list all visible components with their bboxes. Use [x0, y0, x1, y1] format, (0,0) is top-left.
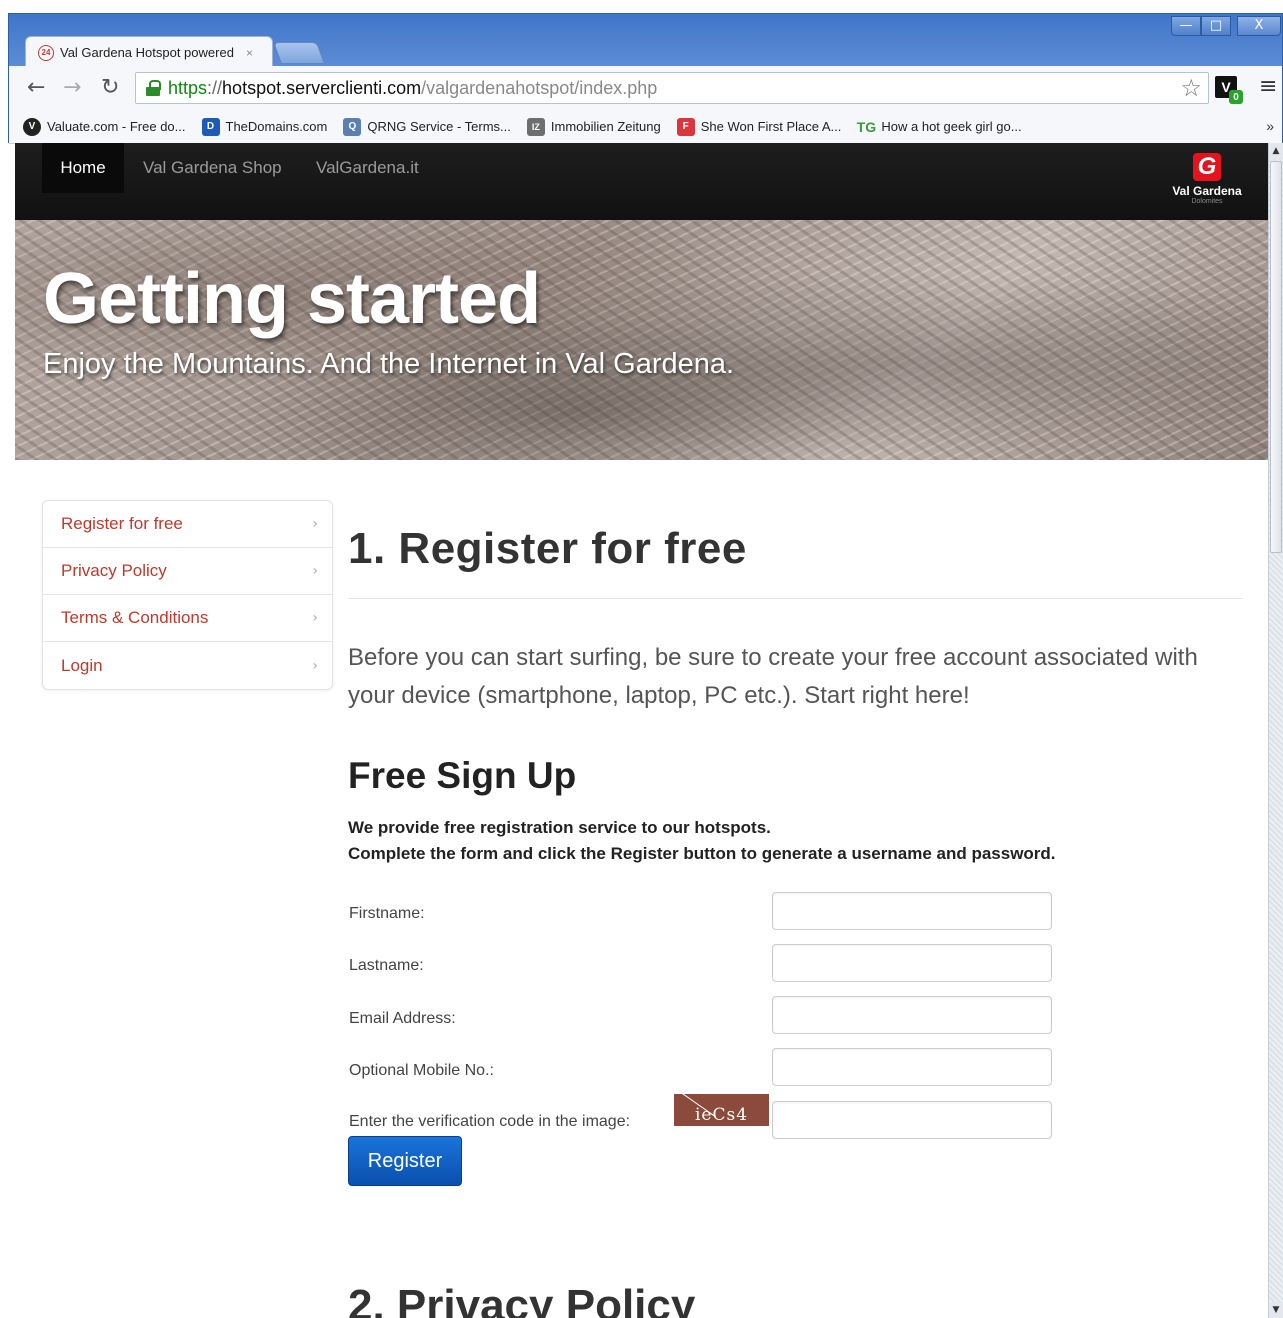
- bookmark-favicon-icon: V: [23, 117, 41, 136]
- extension-icon[interactable]: V 0: [1215, 76, 1243, 104]
- sidebar-item-privacy[interactable]: Privacy Policy ›: [43, 548, 332, 595]
- section-title: 1. Register for free: [348, 524, 747, 573]
- brand-name: Val Gardena: [1172, 184, 1242, 198]
- nav-valgardena-link[interactable]: ValGardena.it: [316, 143, 419, 193]
- bookmark-star-icon[interactable]: ☆: [1180, 74, 1202, 102]
- browser-tab-active[interactable]: 24 Val Gardena Hotspot powered ×: [25, 36, 273, 68]
- scroll-down-arrow-icon[interactable]: ▼: [1269, 1302, 1283, 1318]
- scroll-up-arrow-icon[interactable]: ▲: [1269, 143, 1283, 159]
- chevron-right-icon: ›: [312, 610, 318, 626]
- lastname-label: Lastname:: [349, 957, 424, 974]
- val-gardena-logo[interactable]: G Val Gardena Dolomites: [1165, 153, 1249, 209]
- browser-window: 24 Val Gardena Hotspot powered × — □ X ←…: [8, 13, 1283, 144]
- bookmark-item[interactable]: F She Won First Place A...: [676, 117, 842, 136]
- firstname-label: Firstname:: [349, 905, 425, 922]
- bookmark-item[interactable]: TG How a hot geek girl go...: [856, 118, 1022, 136]
- bookmark-label: How a hot geek girl go...: [881, 119, 1022, 134]
- tab-close-icon[interactable]: ×: [246, 46, 253, 60]
- reload-icon[interactable]: ↻: [101, 74, 119, 102]
- new-tab-button[interactable]: [272, 42, 326, 64]
- hero-banner: Getting started Enjoy the Mountains. And…: [15, 220, 1268, 460]
- forward-arrow-icon[interactable]: →: [63, 74, 81, 102]
- url-separator: ://: [207, 77, 223, 98]
- mobile-input[interactable]: [772, 1048, 1052, 1086]
- sidebar-item-label: Privacy Policy: [61, 561, 167, 580]
- window-close-button[interactable]: X: [1237, 16, 1281, 36]
- intro-text: Before you can start surfing, be sure to…: [348, 644, 1198, 709]
- url-host: hotspot.serverclienti.com: [222, 77, 422, 98]
- hero-title: Getting started: [43, 259, 541, 339]
- firstname-input[interactable]: [772, 892, 1052, 930]
- bookmark-label: She Won First Place A...: [700, 119, 842, 134]
- bookmark-label: QRNG Service - Terms...: [367, 119, 511, 134]
- bookmark-label: Immobilien Zeitung: [550, 119, 661, 134]
- page-viewport: Home Val Gardena Shop ValGardena.it G Va…: [15, 143, 1268, 1318]
- bookmark-label: TheDomains.com: [225, 119, 328, 134]
- tab-favicon-icon: 24: [38, 44, 54, 61]
- bookmark-item[interactable]: IZ Immobilien Zeitung: [526, 117, 661, 136]
- signup-title: Free Sign Up: [348, 755, 577, 796]
- privacy-policy-section-title: 2. Privacy Policy: [348, 1281, 696, 1318]
- url-path: /valgardenahotspot/index.php: [421, 77, 658, 98]
- window-minimize-button[interactable]: —: [1171, 16, 1201, 36]
- email-label: Email Address:: [349, 1010, 456, 1027]
- bookmark-item[interactable]: V Valuate.com - Free do...: [23, 117, 186, 136]
- nav-home-link[interactable]: Home: [42, 143, 124, 193]
- signup-description: We provide free registration service to …: [348, 818, 771, 837]
- tab-title: Val Gardena Hotspot powered: [60, 45, 234, 60]
- bookmark-favicon-icon: TG: [856, 118, 877, 135]
- title-divider: [348, 598, 1243, 599]
- window-maximize-button[interactable]: □: [1201, 16, 1231, 36]
- bookmark-favicon-icon: D: [201, 117, 220, 136]
- signup-instructions: Complete the form and click the Register…: [348, 844, 1056, 863]
- hero-subtitle: Enjoy the Mountains. And the Internet in…: [43, 348, 735, 380]
- bookmark-label: Valuate.com - Free do...: [47, 119, 186, 134]
- lock-icon: [146, 80, 161, 96]
- verification-label: Enter the verification code in the image…: [349, 1113, 631, 1130]
- scrollbar-thumb[interactable]: [1270, 161, 1282, 553]
- menu-icon[interactable]: ≡: [1259, 74, 1277, 99]
- url-scheme: https: [168, 77, 208, 98]
- chevron-right-icon: ›: [312, 563, 318, 579]
- bookmarks-overflow-icon[interactable]: »: [1266, 118, 1274, 134]
- sidebar-item-label: Terms & Conditions: [61, 608, 209, 627]
- back-arrow-icon[interactable]: ←: [27, 74, 45, 102]
- email-input[interactable]: [772, 996, 1052, 1034]
- nav-shop-link[interactable]: Val Gardena Shop: [143, 143, 282, 193]
- sidebar-item-terms[interactable]: Terms & Conditions ›: [43, 595, 332, 642]
- verification-code-input[interactable]: [772, 1101, 1052, 1139]
- signup-form: Firstname: Lastname: Email Address: Opti…: [348, 875, 1243, 1215]
- browser-toolbar: ← → ↻ https://hotspot.serverclienti.com /…: [9, 66, 1282, 110]
- address-bar[interactable]: https://hotspot.serverclienti.com/valgar…: [135, 72, 1209, 104]
- bookmark-item[interactable]: Q QRNG Service - Terms...: [343, 117, 511, 136]
- sidebar-item-label: Login: [61, 655, 103, 675]
- bookmark-favicon-icon: IZ: [526, 117, 545, 136]
- sidebar-nav: Register for free › Privacy Policy › Ter…: [42, 500, 333, 690]
- extension-badge: 0: [1229, 90, 1243, 104]
- captcha-image: ieCs4: [674, 1094, 769, 1126]
- main-content: 1. Register for free Before you can star…: [348, 500, 1243, 1215]
- lastname-input[interactable]: [772, 944, 1052, 982]
- bookmark-favicon-icon: F: [676, 117, 695, 136]
- brand-subtitle: Dolomites: [1191, 198, 1223, 205]
- site-navbar: Home Val Gardena Shop ValGardena.it G Va…: [15, 143, 1268, 220]
- mobile-label: Optional Mobile No.:: [349, 1062, 494, 1079]
- bookmark-item[interactable]: D TheDomains.com: [201, 117, 328, 136]
- sidebar-item-login[interactable]: Login ›: [43, 642, 332, 689]
- bookmarks-bar: V Valuate.com - Free do... D TheDomains.…: [9, 110, 1282, 144]
- vertical-scrollbar[interactable]: ▲ ▼: [1268, 143, 1283, 1318]
- bookmark-favicon-icon: Q: [343, 117, 362, 136]
- chevron-right-icon: ›: [312, 516, 318, 532]
- sidebar-item-register[interactable]: Register for free ›: [43, 501, 332, 548]
- tab-strip: 24 Val Gardena Hotspot powered × — □ X: [9, 14, 1282, 68]
- sidebar-item-label: Register for free: [61, 514, 183, 533]
- brand-mark-icon: G: [1193, 153, 1221, 181]
- chevron-right-icon: ›: [312, 657, 318, 674]
- register-button[interactable]: Register: [348, 1136, 462, 1186]
